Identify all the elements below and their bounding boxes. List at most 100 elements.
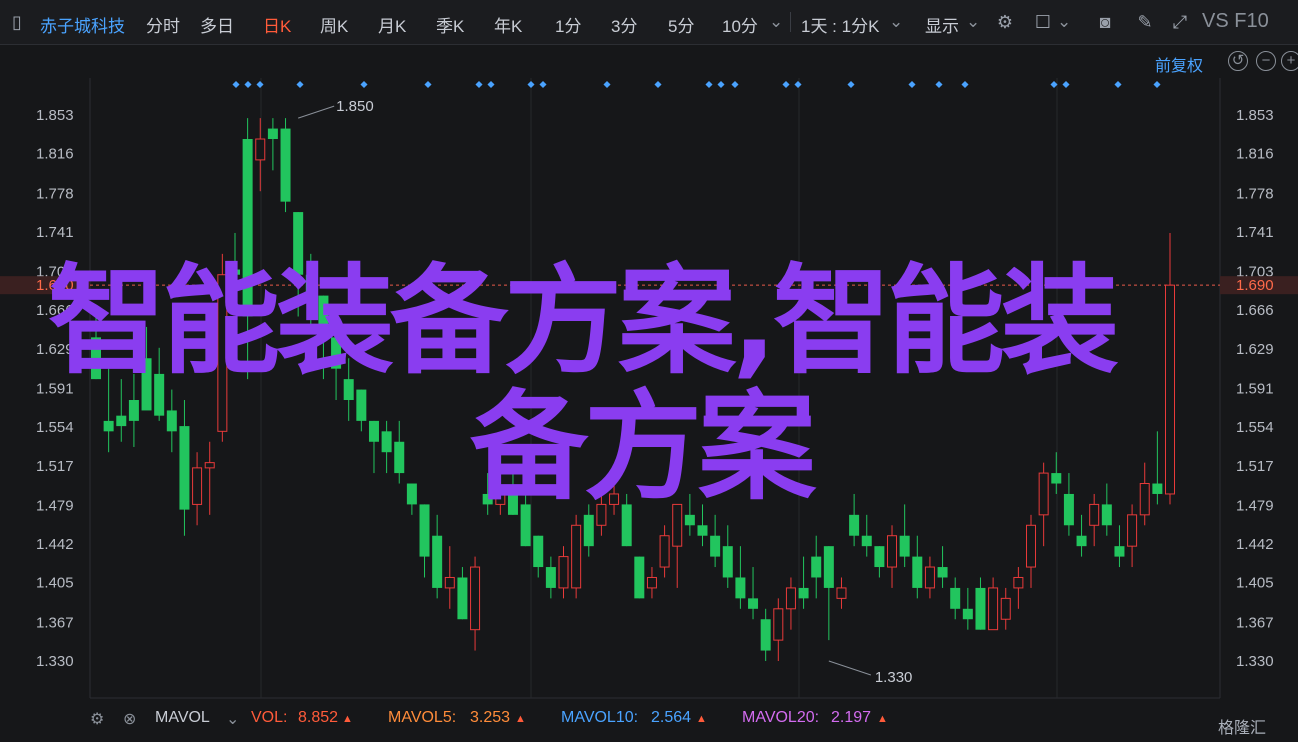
candle-body [659,535,670,568]
y-tick-label-left: 1.517 [36,458,74,475]
candle-body [1101,504,1112,526]
candle-body [811,556,822,578]
event-marker [1050,80,1058,89]
event-marker [1153,80,1161,89]
candle-body [179,426,190,510]
event-marker [475,80,483,89]
event-marker [1062,80,1070,89]
y-tick-label-right: 1.479 [1236,497,1274,514]
candle-body [684,514,695,526]
event-marker [705,80,713,89]
candle-body [1165,284,1175,495]
candle-body [166,410,177,432]
y-tick-label-right: 1.778 [1236,185,1274,202]
y-tick-label-right: 1.741 [1236,224,1274,241]
y-tick-label-left: 1.405 [36,575,74,592]
watermark-logo: 格隆汇 [1218,720,1267,737]
event-marker [717,80,725,89]
chevron-down-icon[interactable]: ⌄ [226,709,239,729]
candle-body [710,535,721,557]
candle-body [444,576,455,589]
candle-body [962,608,973,620]
gear-icon[interactable]: ⚙ [90,709,104,729]
candle-body [457,577,468,620]
candle-body [381,431,392,453]
y-tick-label-left: 1.741 [36,224,74,241]
candle-body [861,535,872,547]
candle-body [1051,473,1062,484]
y-tick-label-left: 1.330 [36,653,74,670]
event-marker [539,80,547,89]
vol-label: VOL: [251,709,288,726]
candle-body [419,504,430,557]
event-marker [296,80,304,89]
vol-value: 8.852 [298,709,339,726]
y-tick-label-right: 1.442 [1236,536,1274,553]
candle-body [204,462,215,469]
up-arrow-icon: ▲ [342,713,353,725]
overlay-title-line1: 智能装备方案,智能装 [48,252,1119,390]
candle-body [760,619,771,651]
indicator-name[interactable]: MAVOL [155,709,210,727]
candle-body [785,587,796,610]
candle-body [406,483,417,505]
candle-body [773,608,784,641]
candle-body [470,566,481,631]
candle-body [267,128,278,140]
candle-body [394,441,405,474]
candle-body [1152,483,1163,494]
event-marker [782,80,790,89]
event-marker [961,80,969,89]
candle-body [128,400,139,421]
candle-body [950,587,961,609]
event-marker [654,80,662,89]
candle-body [634,556,645,599]
y-tick-label-right: 1.367 [1236,614,1274,631]
overlay-title-line2: 备方案 [470,378,816,516]
up-arrow-icon: ▲ [877,713,888,725]
y-tick-label-left: 1.778 [36,185,74,202]
close-icon[interactable]: ⊗ [123,709,136,729]
candle-body [988,587,999,631]
up-arrow-icon: ▲ [696,713,707,725]
y-tick-label-right: 1.554 [1236,419,1274,436]
candle-body [1127,514,1138,547]
candle-body [823,546,834,588]
candle-body [1089,503,1100,526]
candle-body [899,535,910,557]
event-marker [847,80,855,89]
candle-body [646,576,657,589]
candle-body [545,567,556,588]
candle-body [849,514,860,536]
candle-body [356,389,367,421]
event-marker [935,80,943,89]
candle-body [558,556,569,589]
event-marker [908,80,916,89]
event-marker [1114,80,1122,89]
candle-body [697,525,708,536]
y-tick-label-right: 1.405 [1236,575,1274,592]
mavol20-value: 2.197 [831,709,872,726]
candle-body [192,467,203,505]
candle-body [735,577,746,599]
y-tick-label-right: 1.816 [1236,146,1274,163]
candle-body [571,524,582,589]
candle-body [1000,597,1011,620]
event-marker [603,80,611,89]
event-marker [487,80,495,89]
event-marker [527,80,535,89]
candle-body [722,546,733,578]
y-tick-label-left: 1.479 [36,497,74,514]
event-marker [244,80,252,89]
high-annotation-leader [298,105,335,119]
candle-body [912,556,923,588]
candle-body [368,420,379,442]
candle-body [798,587,809,599]
candle-body [1076,535,1087,547]
y-tick-label-right: 1.666 [1236,302,1274,319]
high-annotation-label: 1.850 [336,98,374,115]
candle-body [1038,472,1049,516]
y-tick-label-left: 1.853 [36,107,74,124]
y-tick-label-left: 1.367 [36,614,74,631]
low-annotation-label: 1.330 [875,669,913,686]
